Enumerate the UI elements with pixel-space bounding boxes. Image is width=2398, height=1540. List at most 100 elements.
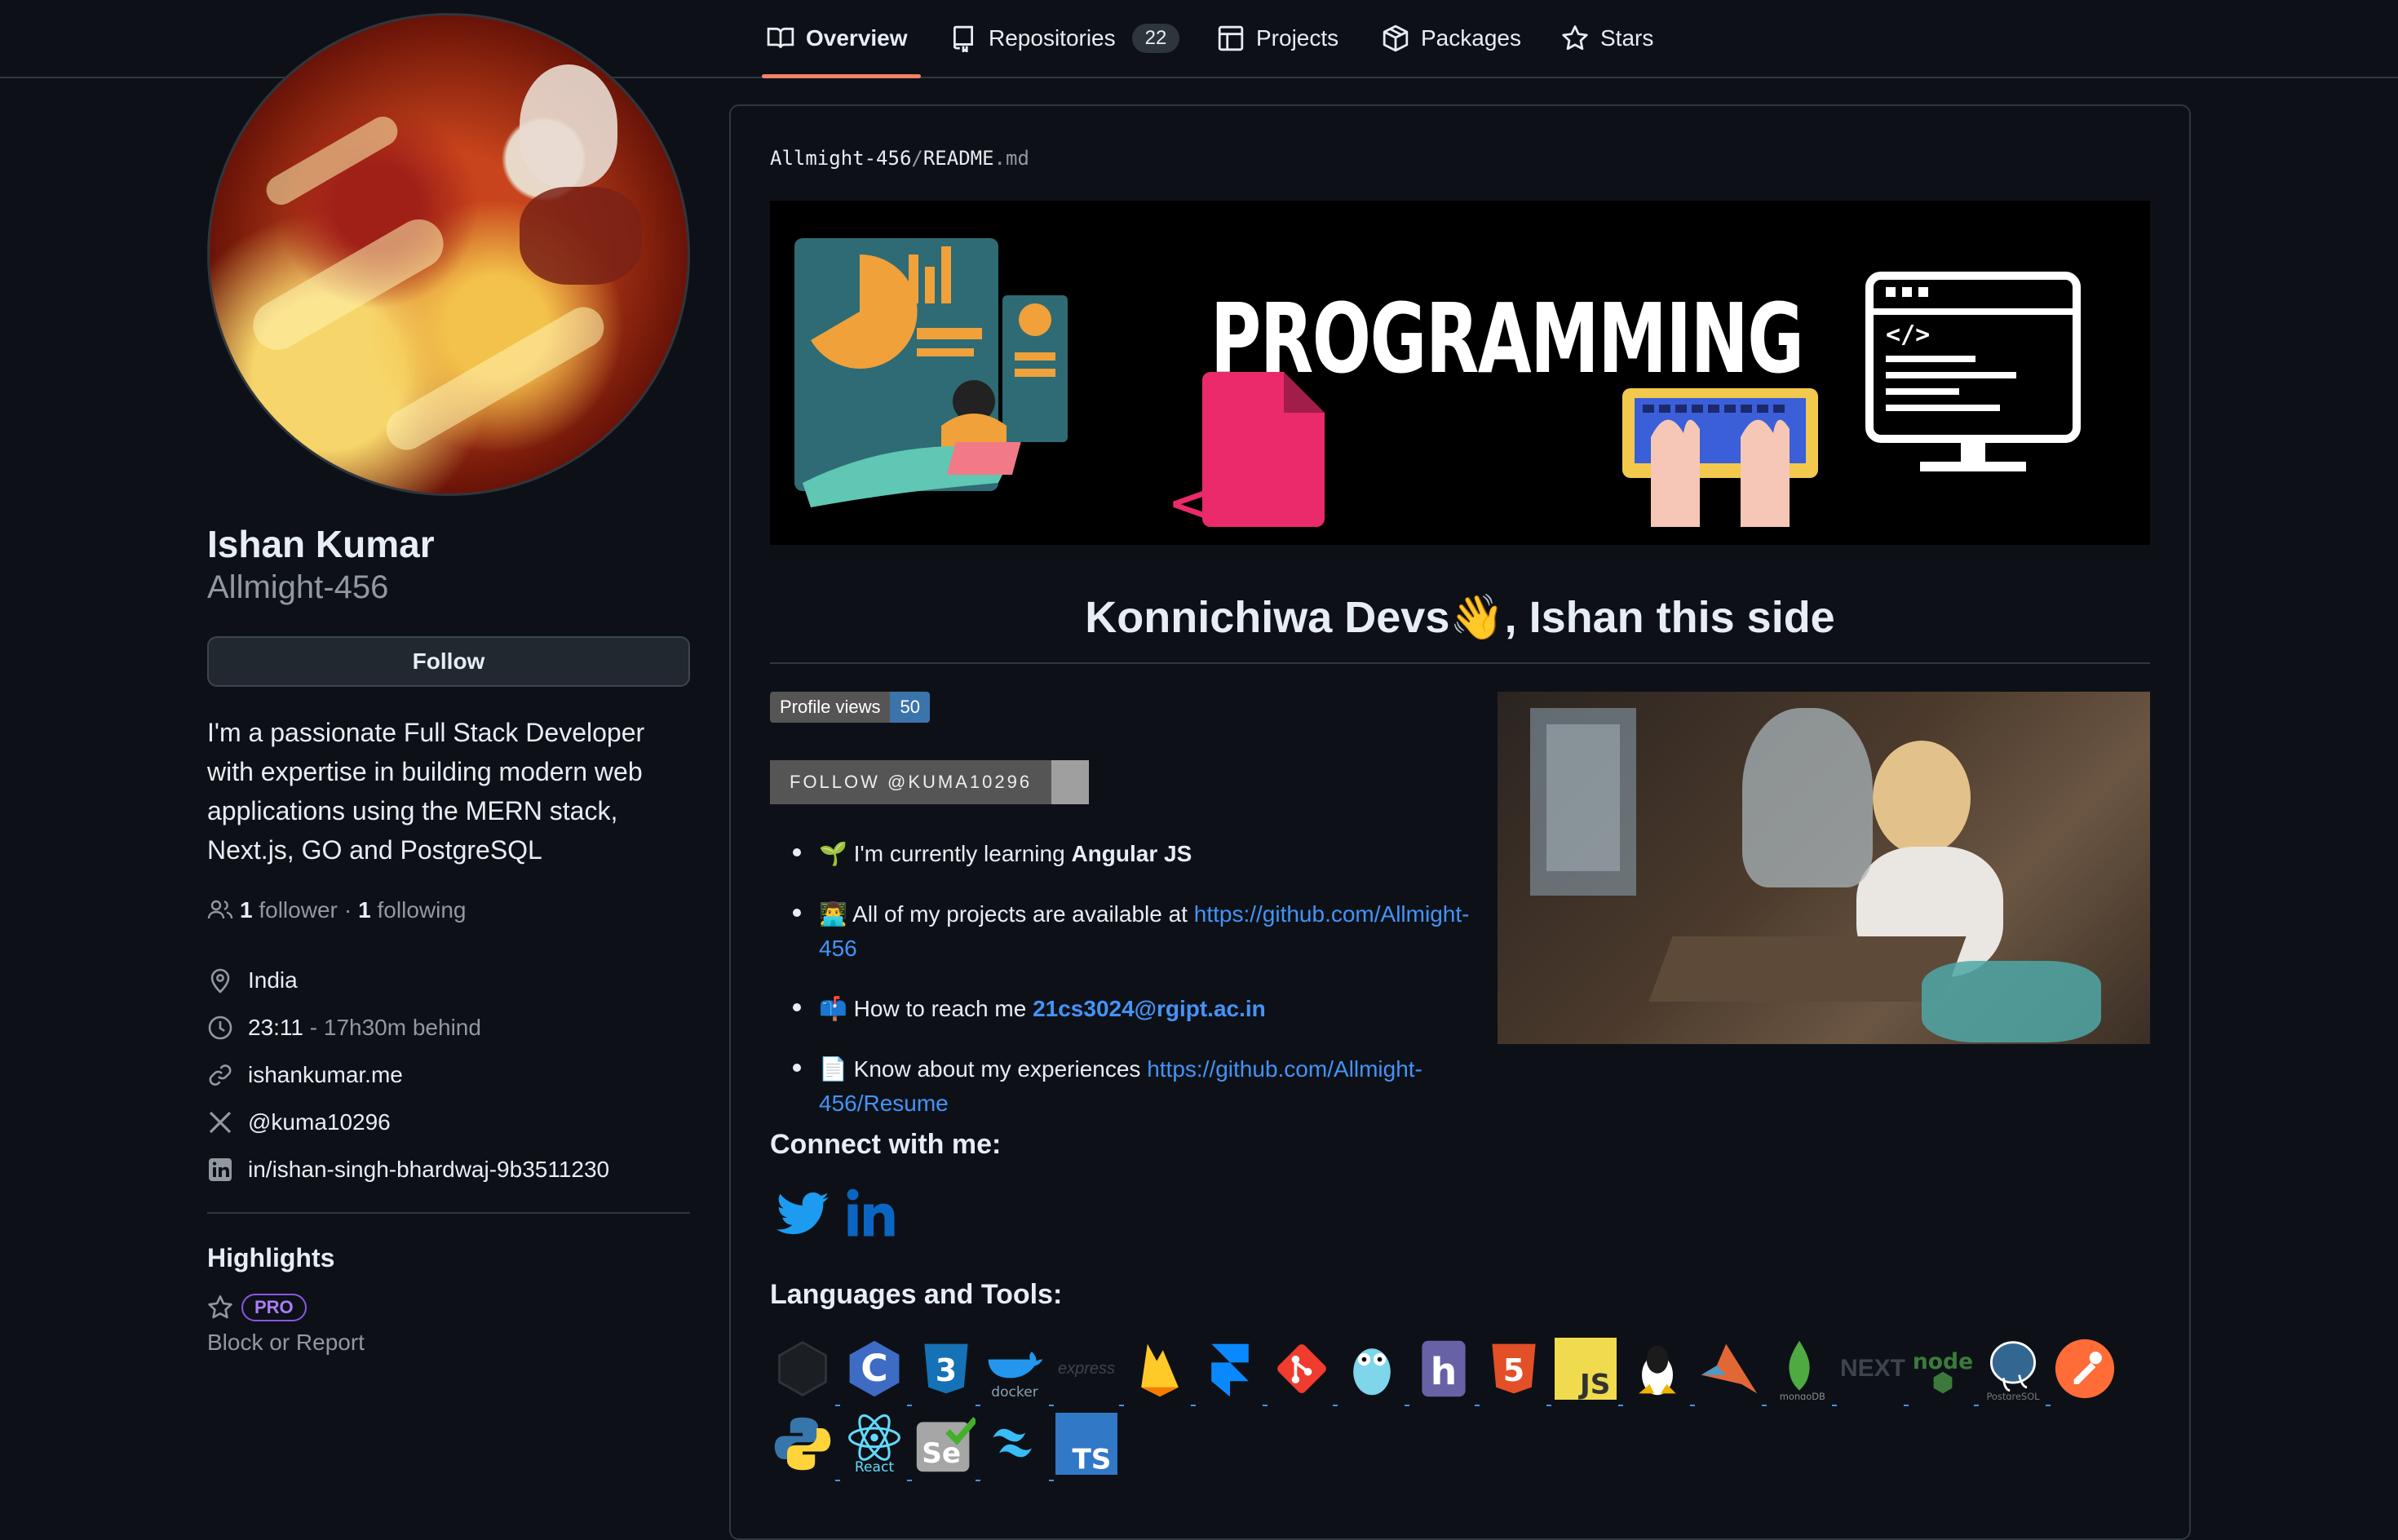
docker-icon[interactable]: docker	[984, 1338, 1046, 1400]
local-time: 23:11	[248, 1015, 303, 1040]
tab-repositories-label: Repositories	[989, 25, 1116, 51]
project-table-icon	[1218, 25, 1244, 51]
svg-text:TS: TS	[1072, 1443, 1111, 1475]
mongodb-icon[interactable]: mongoDB	[1768, 1338, 1830, 1400]
followers-following: 1 follower · 1 following	[207, 897, 466, 923]
readme-path: Allmight-456/README.md	[770, 147, 1029, 170]
tab-repositories[interactable]: Repositories 22	[949, 0, 1180, 77]
svg-text:React: React	[855, 1459, 894, 1475]
nodejs-icon[interactable]: node	[1912, 1338, 1974, 1400]
profile-local-time: 23:11 - 17h30m behind	[207, 1015, 481, 1041]
list-item: 📫 How to reach me 21cs3024@rgipt.ac.in	[793, 992, 1266, 1026]
express-icon[interactable]: express	[1055, 1338, 1117, 1400]
book-icon	[767, 27, 794, 48]
profile-location: India	[207, 967, 298, 993]
monitor-code-icon: </>	[1865, 272, 2081, 471]
highlights-pro: PRO	[207, 1294, 307, 1321]
svg-text:C: C	[861, 1347, 887, 1390]
x-handle-link[interactable]: @kuma10296	[248, 1109, 391, 1135]
svg-text:</>: </>	[1886, 321, 1930, 349]
matlab-icon[interactable]	[1698, 1338, 1760, 1400]
linux-icon[interactable]	[1626, 1338, 1688, 1400]
twitter-icon[interactable]	[776, 1191, 829, 1237]
banner-code-glyph: </>	[1168, 475, 1268, 532]
postman-icon[interactable]	[2054, 1338, 2116, 1400]
tab-projects-label: Projects	[1256, 25, 1339, 51]
tab-stars-label: Stars	[1600, 25, 1654, 51]
profile-full-name: Ishan Kumar	[207, 523, 435, 565]
keyboard-hands-illustration	[1622, 388, 1818, 527]
tailwind-icon[interactable]	[984, 1413, 1046, 1475]
website-link[interactable]: ishankumar.me	[248, 1062, 403, 1088]
readme-file-link[interactable]: README	[923, 147, 994, 170]
developer-dashboard-illustration	[794, 238, 1068, 507]
selenium-icon[interactable]: Se	[914, 1413, 976, 1475]
linkedin-link[interactable]: in/ishan-singh-bhardwaj-9b3511230	[248, 1157, 609, 1183]
list-item: 🌱 I'm currently learning Angular JS	[793, 837, 1192, 871]
python-icon[interactable]	[772, 1413, 834, 1475]
location-pin-icon	[210, 968, 230, 993]
aws-icon[interactable]	[772, 1338, 834, 1400]
email-link[interactable]: 21cs3024@rgipt.ac.in	[1033, 996, 1266, 1021]
people-icon	[207, 900, 233, 919]
tab-overview[interactable]: Overview	[762, 0, 921, 78]
clock-icon	[208, 1016, 232, 1040]
repo-icon	[953, 25, 974, 52]
heroku-icon[interactable]: h	[1413, 1338, 1475, 1400]
profile-linkedin[interactable]: in/ishan-singh-bhardwaj-9b3511230	[207, 1157, 609, 1183]
connect-heading: Connect with me:	[770, 1129, 1002, 1160]
following-link[interactable]: 1 following	[358, 897, 466, 923]
highlights-heading: Highlights	[207, 1243, 335, 1272]
link-icon	[209, 1064, 232, 1086]
profile-website[interactable]: ishankumar.me	[207, 1062, 403, 1088]
go-icon[interactable]	[1341, 1338, 1403, 1400]
svg-text:h: h	[1431, 1350, 1457, 1393]
svg-text:JS: JS	[1578, 1368, 1610, 1400]
tab-packages[interactable]: Packages	[1382, 0, 1521, 77]
profile-avatar[interactable]	[207, 13, 690, 496]
followers-link[interactable]: 1 follower	[240, 897, 338, 923]
projects-link[interactable]: https://github.com/Allmight-	[1194, 901, 1470, 927]
css3-icon[interactable]: 3	[915, 1338, 977, 1400]
readme-greeting-heading: Konnichiwa Devs👋, Ishan this side	[1085, 593, 1835, 642]
linkedin-in-icon[interactable]	[847, 1188, 900, 1238]
list-item: 📄 Know about my experiences https://gith…	[793, 1052, 1511, 1121]
heading-divider	[770, 662, 2150, 664]
profile-x-account[interactable]: @kuma10296	[207, 1109, 391, 1135]
location-text: India	[248, 967, 298, 993]
star-icon	[1562, 25, 1588, 51]
projects-link-continued[interactable]: 456	[819, 936, 857, 961]
typescript-icon[interactable]: TS	[1055, 1413, 1117, 1475]
javascript-icon[interactable]: JS	[1555, 1338, 1617, 1400]
svg-text:PostgreSQL: PostgreSQL	[1986, 1391, 2040, 1400]
profile-bio: I'm a passionate Full Stack Developer wi…	[207, 718, 645, 865]
postgresql-icon[interactable]: PostgreSQL	[1982, 1338, 2044, 1400]
framer-icon[interactable]	[1199, 1338, 1261, 1400]
x-logo-icon	[209, 1111, 232, 1134]
profile-views-badge: Profile views 50	[770, 692, 930, 723]
firebase-icon[interactable]	[1129, 1338, 1191, 1400]
svg-text:3: 3	[936, 1352, 957, 1388]
list-item: 👨‍💻 All of my projects are available at …	[793, 897, 1469, 966]
react-icon[interactable]: React	[843, 1413, 905, 1475]
block-or-report-link[interactable]: Block or Report	[207, 1330, 365, 1356]
html5-icon[interactable]: 5	[1483, 1338, 1545, 1400]
nextjs-icon[interactable]: NEXT	[1840, 1338, 1905, 1400]
tab-projects[interactable]: Projects	[1217, 0, 1338, 77]
sidebar-divider	[207, 1212, 690, 1214]
repositories-count-badge: 22	[1131, 24, 1180, 53]
linkedin-icon	[209, 1158, 232, 1181]
time-offset: - 17h30m behind	[309, 1015, 481, 1040]
follow-button[interactable]: Follow	[207, 636, 690, 687]
svg-text:mongoDB: mongoDB	[1780, 1391, 1825, 1400]
c-icon[interactable]: C	[843, 1338, 905, 1400]
tab-packages-label: Packages	[1421, 25, 1521, 51]
languages-tools-heading: Languages and Tools:	[770, 1279, 1063, 1310]
follow-twitter-badge[interactable]: FOLLOW @KUMA10296	[770, 760, 1090, 804]
tab-overview-label: Overview	[806, 25, 908, 51]
readme-owner-link[interactable]: Allmight-456	[770, 147, 911, 170]
tab-stars[interactable]: Stars	[1561, 0, 1653, 77]
anime-coding-gif	[1498, 692, 2150, 1044]
git-icon[interactable]	[1271, 1338, 1333, 1400]
profile-username: Allmight-456	[207, 569, 389, 605]
